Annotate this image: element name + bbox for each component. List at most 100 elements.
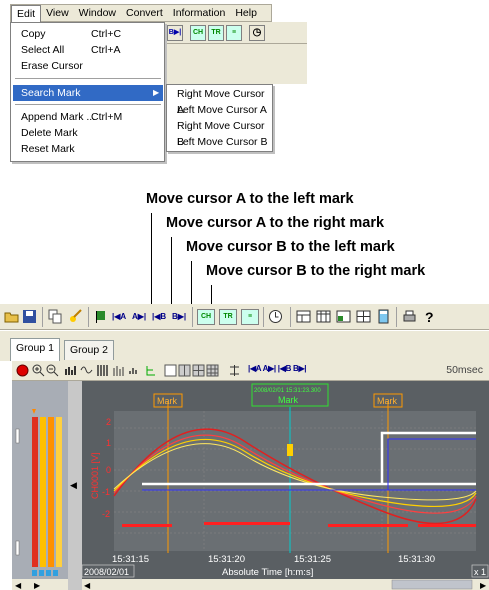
pointer-line bbox=[171, 237, 172, 311]
y-tick: 1 bbox=[106, 438, 111, 448]
y-tick: 0 bbox=[106, 465, 111, 475]
record-icon[interactable] bbox=[16, 364, 29, 377]
submenu-left-move-cursor-b[interactable]: Left Move Cursor B bbox=[177, 134, 267, 150]
y-tick: -2 bbox=[102, 509, 110, 519]
menu-edit[interactable]: Edit bbox=[11, 4, 42, 22]
annotation-b-left: Move cursor B to the left mark bbox=[186, 239, 395, 255]
mark-label: Mark bbox=[157, 396, 177, 406]
search-mark-submenu: Right Move Cursor A Left Move Cursor A R… bbox=[166, 84, 273, 152]
pointer-line bbox=[151, 213, 152, 311]
toolbar-separator bbox=[263, 307, 264, 327]
scroll-right-icon: ▶ bbox=[34, 581, 41, 590]
multi-bars-icon[interactable] bbox=[112, 364, 125, 377]
list-button[interactable]: ≡ bbox=[241, 309, 259, 325]
scroll-left-icon: ◀ bbox=[84, 581, 91, 590]
scrollbar-thumb[interactable] bbox=[391, 579, 473, 590]
mark-label: Mark bbox=[377, 396, 397, 406]
grid-icon[interactable] bbox=[356, 309, 371, 324]
waveform-plot[interactable]: Mark 2008/02/01 15:31:23.300 Mark Mark C… bbox=[82, 381, 489, 590]
save-icon[interactable] bbox=[22, 309, 37, 324]
menu-item-reset-mark[interactable]: Reset Mark bbox=[13, 141, 163, 157]
annotation-a-right: Move cursor A to the right mark bbox=[166, 215, 385, 231]
marker-icon[interactable] bbox=[68, 309, 83, 324]
background-panel bbox=[165, 44, 307, 84]
menu-item-search-mark[interactable]: Search Mark ▶ bbox=[13, 85, 163, 101]
help-icon[interactable]: ? bbox=[422, 309, 437, 324]
timescale-label[interactable]: 50msec bbox=[446, 364, 483, 376]
collapse-arrow-icon: ◀ bbox=[70, 480, 77, 490]
open-folder-icon[interactable] bbox=[4, 309, 19, 324]
toolbar-separator bbox=[396, 307, 397, 327]
background-toolbar: B▶| CH TR ≡ ◷ bbox=[165, 22, 307, 44]
vertical-bars-icon[interactable] bbox=[96, 364, 109, 377]
cursor-a-right-button[interactable]: A▶| bbox=[132, 309, 148, 324]
x-tick: 15:31:25 bbox=[294, 554, 331, 565]
meter-bar bbox=[56, 417, 62, 567]
menu-help[interactable]: Help bbox=[230, 5, 262, 21]
flag-icon[interactable] bbox=[93, 309, 108, 324]
zoom-out-icon[interactable] bbox=[46, 364, 59, 377]
scroll-left-icon: ◀ bbox=[15, 581, 22, 590]
menu-information[interactable]: Information bbox=[168, 5, 231, 21]
menu-view[interactable]: View bbox=[41, 5, 74, 21]
svg-text:?: ? bbox=[425, 309, 434, 324]
toolbar-separator bbox=[290, 307, 291, 327]
graph-cursor-buttons[interactable]: |◀A A▶| |◀B B▶| bbox=[248, 364, 307, 373]
calculator-icon[interactable] bbox=[376, 309, 391, 324]
x-tick: 15:31:30 bbox=[398, 554, 435, 565]
annotation-a-left: Move cursor A to the left mark bbox=[146, 191, 354, 207]
copy-icon[interactable] bbox=[48, 309, 63, 324]
menu-item-append-mark[interactable]: Append Mark ... Ctrl+M bbox=[13, 109, 163, 125]
menu-bar: Edit View Window Convert Information Hel… bbox=[10, 4, 272, 22]
meter-bar bbox=[40, 417, 46, 567]
x-tick: 15:31:20 bbox=[208, 554, 245, 565]
submenu-left-move-cursor-a[interactable]: Left Move Cursor A bbox=[177, 102, 267, 118]
x-tick: 15:31:15 bbox=[112, 554, 149, 565]
trig-button[interactable]: TR bbox=[219, 309, 237, 325]
submenu-right-move-cursor-b[interactable]: Right Move Cursor B bbox=[177, 118, 272, 148]
waveform-canvas: Mark 2008/02/01 15:31:23.300 Mark Mark C… bbox=[82, 381, 489, 590]
single-grid-icon[interactable] bbox=[164, 364, 177, 377]
main-toolbar: |◀A A▶| |◀B B▶| CH TR ≡ ? bbox=[0, 304, 489, 330]
table-icon[interactable] bbox=[316, 309, 331, 324]
toolbar-separator bbox=[192, 307, 193, 327]
menu-separator bbox=[15, 78, 161, 79]
toolbar-separator bbox=[42, 307, 43, 327]
menu-item-copy[interactable]: Copy Ctrl+C bbox=[13, 26, 163, 42]
submenu-right-move-cursor-a[interactable]: Right Move Cursor A bbox=[177, 86, 272, 116]
channel-icon[interactable] bbox=[336, 309, 351, 324]
graph-toolbar: |◀A A▶| |◀B B▶| 50msec bbox=[12, 361, 489, 381]
slider-handle[interactable] bbox=[15, 428, 20, 444]
grid-9x-icon[interactable] bbox=[206, 364, 219, 377]
steps-icon[interactable] bbox=[128, 364, 141, 377]
tab-group-2[interactable]: Group 2 bbox=[64, 340, 114, 360]
printer-icon[interactable] bbox=[402, 309, 417, 324]
wave-icon[interactable] bbox=[80, 364, 93, 377]
menu-item-delete-mark[interactable]: Delete Mark bbox=[13, 125, 163, 141]
cursor-sync-icon[interactable] bbox=[228, 364, 241, 377]
menu-item-select-all[interactable]: Select All Ctrl+A bbox=[13, 42, 163, 58]
menu-convert[interactable]: Convert bbox=[121, 5, 168, 21]
tab-bar: Group 1 Group 2 bbox=[0, 331, 489, 361]
cursor-b-right-button[interactable]: B▶| bbox=[172, 309, 188, 324]
level-meter-panel: ◀ ◀ ▶ bbox=[12, 381, 82, 590]
clock-icon[interactable] bbox=[268, 309, 283, 324]
cursor-a-left-button[interactable]: |◀A bbox=[112, 309, 128, 324]
y-tick: -1 bbox=[102, 487, 110, 497]
zoom-in-icon[interactable] bbox=[32, 364, 45, 377]
menu-separator bbox=[15, 104, 161, 105]
tab-group-1[interactable]: Group 1 bbox=[10, 338, 60, 361]
cursor-b-left-button[interactable]: |◀B bbox=[152, 309, 168, 324]
layout-icon[interactable] bbox=[296, 309, 311, 324]
menu-item-erase-cursor[interactable]: Erase Cursor bbox=[13, 58, 163, 74]
scroll-right-icon: ▶ bbox=[480, 581, 487, 590]
edit-menu: Copy Ctrl+C Select All Ctrl+A Erase Cursor… bbox=[10, 22, 165, 162]
date-label: 2008/02/01 bbox=[84, 567, 129, 577]
grid-2x-icon[interactable] bbox=[178, 364, 191, 377]
bar-graph-icon[interactable] bbox=[64, 364, 77, 377]
slider-handle[interactable] bbox=[15, 540, 20, 556]
menu-window[interactable]: Window bbox=[74, 5, 121, 21]
tree-icon[interactable] bbox=[144, 364, 157, 377]
grid-4x-icon[interactable] bbox=[192, 364, 205, 377]
ch-button[interactable]: CH bbox=[197, 309, 215, 325]
